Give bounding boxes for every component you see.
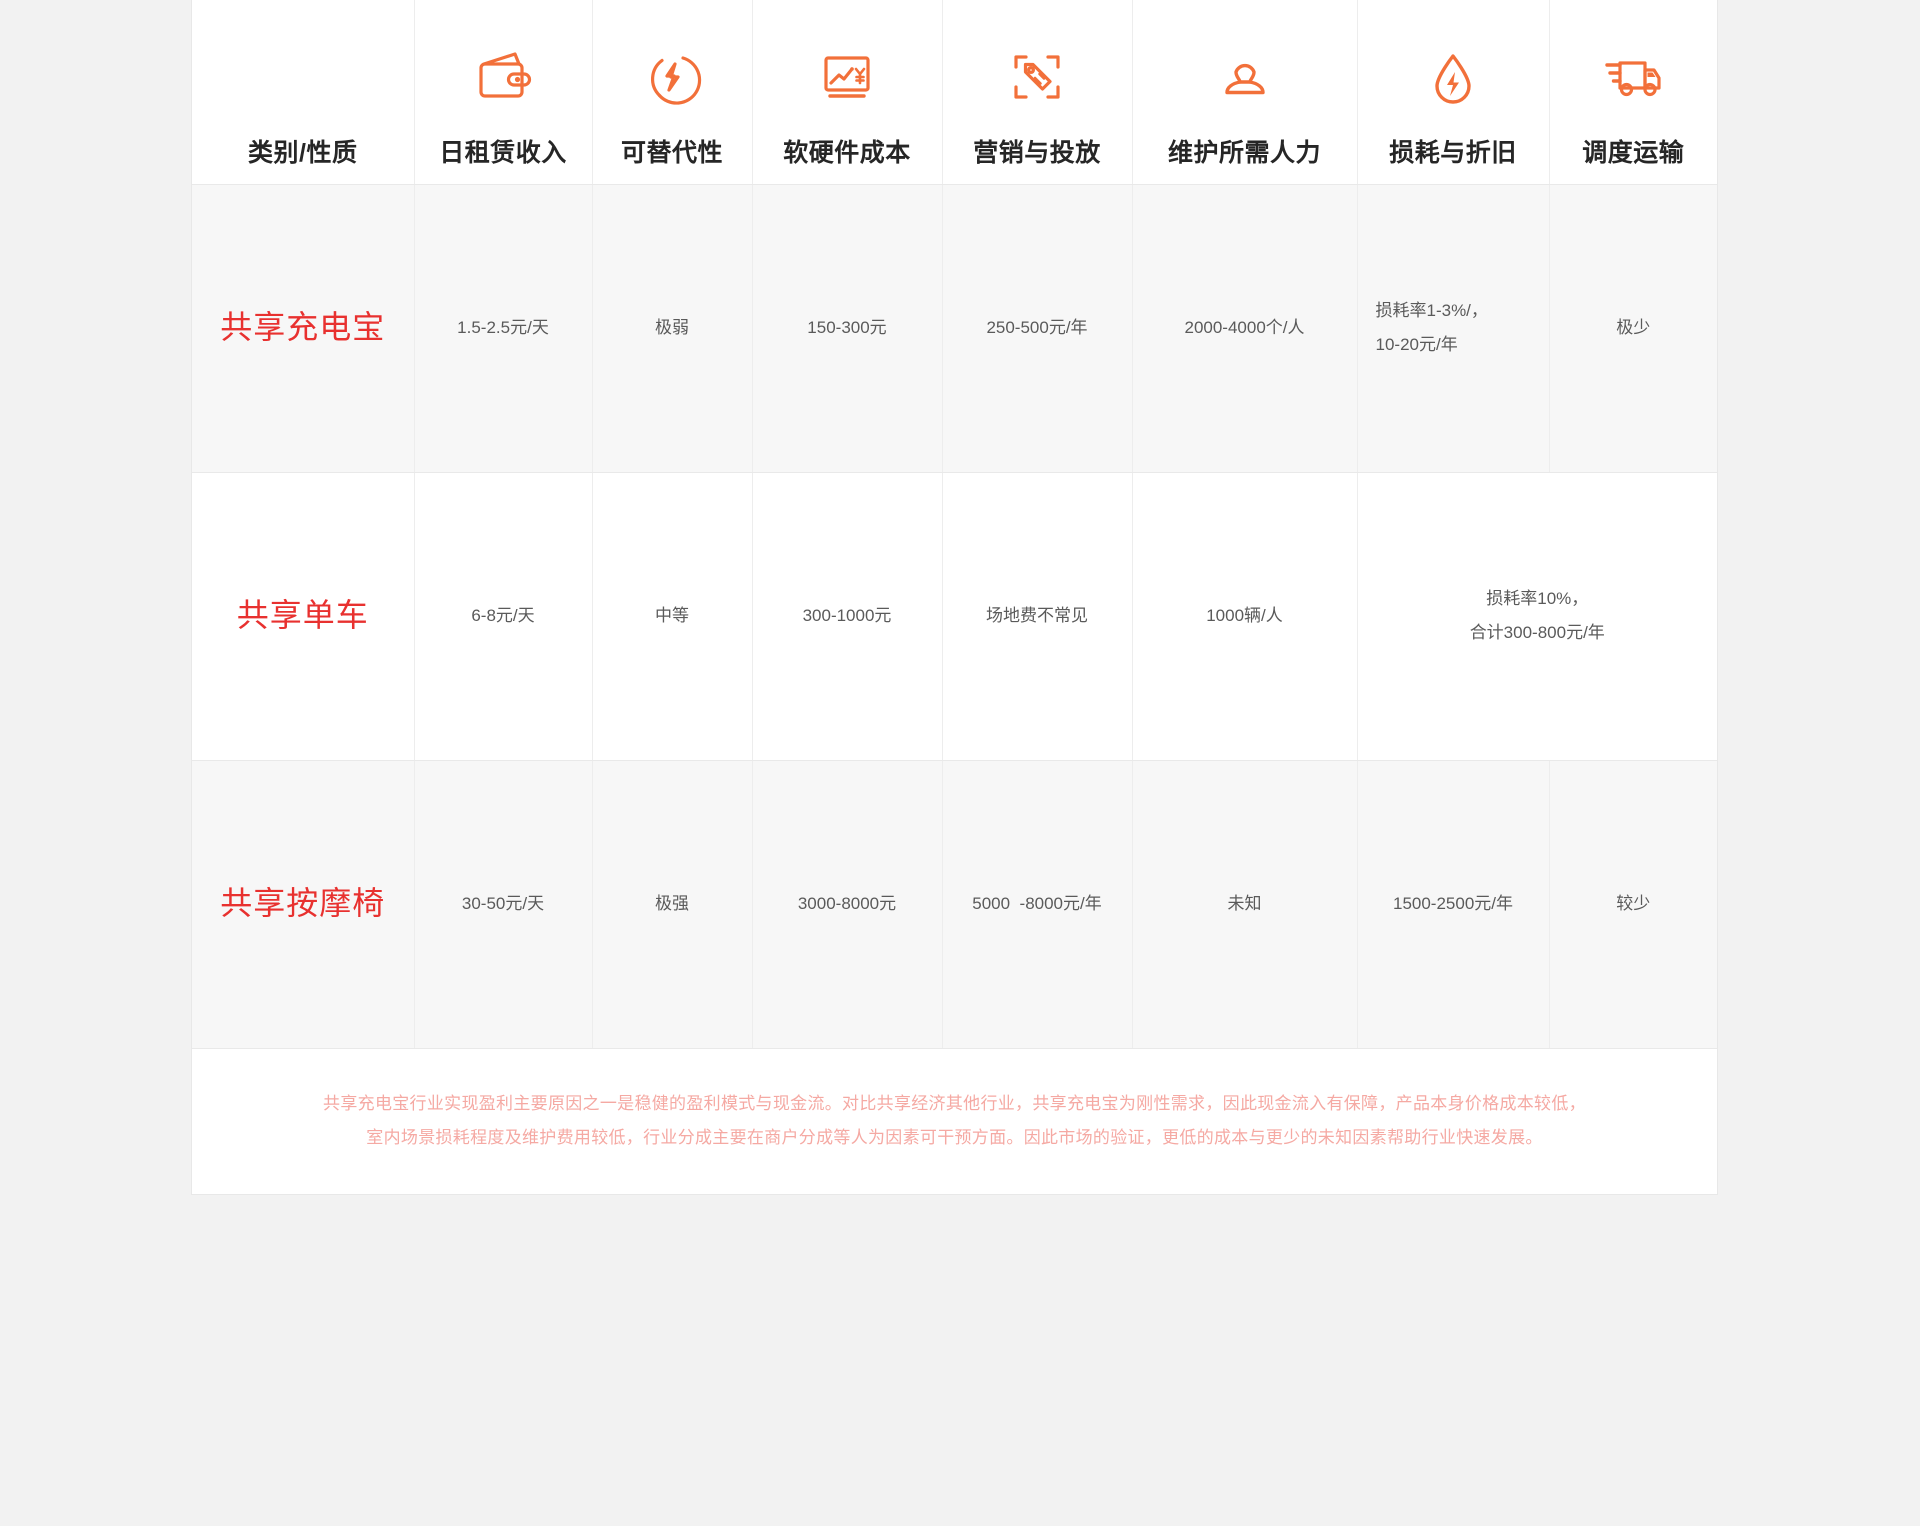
cell-logistics: 极少 <box>1549 184 1717 473</box>
cell-value: 未知 <box>1227 894 1262 914</box>
column-header-category: 类别/性质 <box>192 0 415 185</box>
cell-marketing: 5000 -8000元/年 <box>942 760 1133 1049</box>
category-label: 共享充电宝 <box>220 309 386 346</box>
cell-substitutability: 极强 <box>592 760 753 1049</box>
cell-category: 共享单车 <box>192 472 415 761</box>
column-header-label: 营销与投放 <box>973 138 1101 167</box>
cell-value: 损耗率10%， 合计300-800元/年 <box>1469 589 1605 642</box>
cell-value: 30-50元/天 <box>461 894 545 914</box>
table-row: 共享按摩椅 30-50元/天 极强 3000-8000元 5000 -8000元… <box>192 760 1717 1049</box>
wallet-icon <box>472 41 534 113</box>
droplet-lightning-icon <box>1424 41 1482 113</box>
cell-value: 2000-4000个/人 <box>1184 318 1305 338</box>
cell-daily-income: 6-8元/天 <box>414 472 593 761</box>
cell-maintenance-labor: 未知 <box>1132 760 1358 1049</box>
cell-value: 1000辆/人 <box>1206 606 1283 626</box>
cell-daily-income: 1.5-2.5元/天 <box>414 184 593 473</box>
cell-value: 场地费不常见 <box>986 606 1088 626</box>
column-header-maintenance-labor: 维护所需人力 <box>1132 0 1358 185</box>
column-header-marketing: 营销与投放 <box>942 0 1133 185</box>
column-header-label: 软硬件成本 <box>783 138 911 167</box>
cell-maintenance-labor: 2000-4000个/人 <box>1132 184 1358 473</box>
column-header-label: 损耗与折旧 <box>1389 138 1517 167</box>
cell-value: 中等 <box>655 606 689 626</box>
cell-hardware-cost: 3000-8000元 <box>752 760 943 1049</box>
cell-value: 极少 <box>1616 318 1651 338</box>
cell-value: 6-8元/天 <box>471 606 535 626</box>
cell-depreciation: 损耗率1-3%/， 10-20元/年 <box>1357 184 1550 473</box>
column-header-daily-income: 日租赁收入 <box>414 0 593 185</box>
table-row: 共享单车 6-8元/天 中等 300-1000元 场地费不常见 1000辆/人 … <box>192 472 1717 761</box>
monitor-chart-yen-icon <box>816 41 878 113</box>
footnote-line-1: 共享充电宝行业实现盈利主要原因之一是稳健的盈利模式与现金流。对比共享经济其他行业… <box>323 1094 1586 1114</box>
person-icon <box>1216 41 1274 113</box>
comparison-table-card: 类别/性质 日租赁收入 可替代性 软硬件成本 营销与投放 维护所需人力 损耗与折… <box>191 0 1718 1195</box>
cell-substitutability: 中等 <box>592 472 753 761</box>
column-header-substitutability: 可替代性 <box>592 0 753 185</box>
column-header-label: 调度运输 <box>1582 138 1685 167</box>
column-header-label: 可替代性 <box>620 138 723 167</box>
cell-hardware-cost: 150-300元 <box>752 184 943 473</box>
delivery-truck-icon <box>1600 41 1666 113</box>
cell-value: 损耗率1-3%/， 10-20元/年 <box>1375 301 1488 354</box>
page-root: 类别/性质 日租赁收入 可替代性 软硬件成本 营销与投放 维护所需人力 损耗与折… <box>0 0 1920 1526</box>
cell-marketing: 场地费不常见 <box>942 472 1133 761</box>
column-header-label: 类别/性质 <box>248 138 358 167</box>
price-tag-scan-icon <box>1007 41 1067 113</box>
footnote: 共享充电宝行业实现盈利主要原因之一是稳健的盈利模式与现金流。对比共享经济其他行业… <box>236 1087 1673 1155</box>
category-label: 共享单车 <box>236 597 369 634</box>
category-label: 共享按摩椅 <box>220 885 386 922</box>
cell-value: 较少 <box>1616 894 1651 914</box>
table-header: 类别/性质 日租赁收入 可替代性 软硬件成本 营销与投放 维护所需人力 损耗与折… <box>192 0 1717 185</box>
cell-value: 极弱 <box>655 318 689 338</box>
column-header-depreciation: 损耗与折旧 <box>1357 0 1550 185</box>
cell-maintenance-labor: 1000辆/人 <box>1132 472 1358 761</box>
cell-hardware-cost: 300-1000元 <box>752 472 943 761</box>
cell-category: 共享按摩椅 <box>192 760 415 1049</box>
cell-value: 1500-2500元/年 <box>1392 894 1514 914</box>
cell-value: 极强 <box>655 894 689 914</box>
column-header-label: 维护所需人力 <box>1167 138 1321 167</box>
cell-value: 1.5-2.5元/天 <box>457 318 549 338</box>
cell-category: 共享充电宝 <box>192 184 415 473</box>
table-note-row: 共享充电宝行业实现盈利主要原因之一是稳健的盈利模式与现金流。对比共享经济其他行业… <box>192 1048 1717 1194</box>
footnote-line-2: 室内场景损耗程度及维护费用较低，行业分成主要在商户分成等人为因素可干预方面。因此… <box>366 1128 1543 1148</box>
column-header-logistics: 调度运输 <box>1549 0 1717 185</box>
cell-logistics: 较少 <box>1549 760 1717 1049</box>
lightning-circle-icon <box>642 41 702 113</box>
table-row: 共享充电宝 1.5-2.5元/天 极弱 150-300元 250-500元/年 <box>192 184 1717 473</box>
header-row: 类别/性质 日租赁收入 可替代性 软硬件成本 营销与投放 维护所需人力 损耗与折… <box>192 0 1717 185</box>
table-body: 共享充电宝 1.5-2.5元/天 极弱 150-300元 250-500元/年 <box>192 184 1717 1194</box>
cell-depreciation-logistics-merged: 损耗率10%， 合计300-800元/年 <box>1357 472 1717 761</box>
cell-value: 5000 -8000元/年 <box>972 894 1102 914</box>
cell-daily-income: 30-50元/天 <box>414 760 593 1049</box>
cell-value: 150-300元 <box>807 318 887 338</box>
cell-value: 3000-8000元 <box>797 894 897 914</box>
cell-marketing: 250-500元/年 <box>942 184 1133 473</box>
cell-depreciation: 1500-2500元/年 <box>1357 760 1550 1049</box>
column-header-label: 日租赁收入 <box>439 138 567 167</box>
column-header-hardware-cost: 软硬件成本 <box>752 0 943 185</box>
comparison-table: 类别/性质 日租赁收入 可替代性 软硬件成本 营销与投放 维护所需人力 损耗与折… <box>192 0 1717 1194</box>
cell-value: 250-500元/年 <box>986 318 1088 338</box>
cell-note: 共享充电宝行业实现盈利主要原因之一是稳健的盈利模式与现金流。对比共享经济其他行业… <box>192 1048 1717 1194</box>
cell-substitutability: 极弱 <box>592 184 753 473</box>
cell-value: 300-1000元 <box>802 606 892 626</box>
